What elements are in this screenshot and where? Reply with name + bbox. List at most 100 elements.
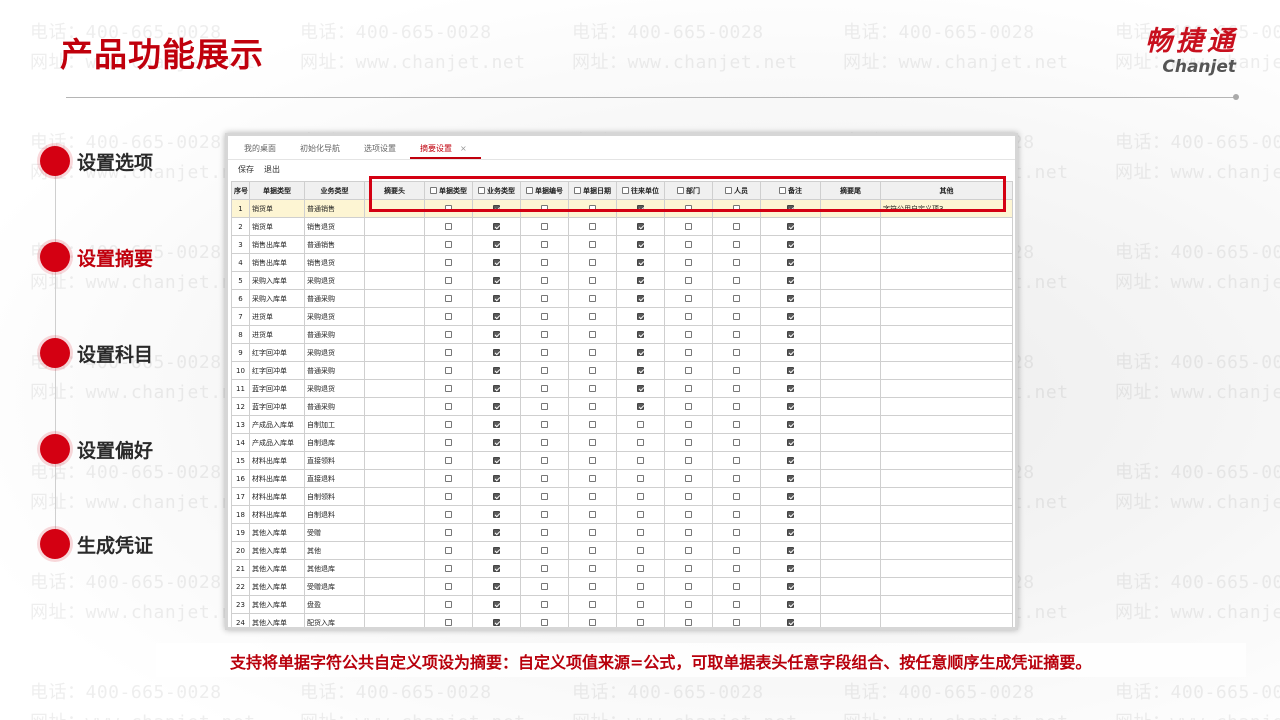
summary-head-cell[interactable] bbox=[364, 559, 425, 578]
other-cell[interactable] bbox=[880, 307, 1013, 326]
checkbox-unchecked[interactable] bbox=[733, 547, 740, 554]
table-row[interactable]: 5 采购入库单 采购退货 bbox=[231, 271, 1013, 290]
checkbox-checked[interactable] bbox=[787, 385, 794, 392]
table-row[interactable]: 21 其他入库单 其他退库 bbox=[231, 559, 1013, 578]
checkbox-checked[interactable] bbox=[787, 223, 794, 230]
summary-tail-cell[interactable] bbox=[820, 595, 881, 614]
summary-head-cell[interactable] bbox=[364, 343, 425, 362]
tab-item[interactable]: 选项设置 bbox=[354, 143, 410, 159]
summary-head-cell[interactable] bbox=[364, 451, 425, 470]
checkbox-unchecked[interactable] bbox=[733, 619, 740, 626]
checkbox-unchecked[interactable] bbox=[637, 421, 644, 428]
summary-tail-cell[interactable] bbox=[820, 289, 881, 308]
table-row[interactable]: 13 产成品入库单 自制加工 bbox=[231, 415, 1013, 434]
checkbox-unchecked[interactable] bbox=[589, 403, 596, 410]
checkbox-unchecked[interactable] bbox=[445, 493, 452, 500]
checkbox-checked[interactable] bbox=[493, 277, 500, 284]
summary-head-cell[interactable] bbox=[364, 541, 425, 560]
checkbox-unchecked[interactable] bbox=[541, 385, 548, 392]
checkbox-unchecked[interactable] bbox=[589, 583, 596, 590]
summary-tail-cell[interactable] bbox=[820, 397, 881, 416]
other-cell[interactable] bbox=[880, 523, 1013, 542]
checkbox-unchecked[interactable] bbox=[685, 223, 692, 230]
checkbox-unchecked[interactable] bbox=[685, 439, 692, 446]
checkbox-unchecked[interactable] bbox=[589, 277, 596, 284]
other-cell[interactable] bbox=[880, 433, 1013, 452]
checkbox-unchecked[interactable] bbox=[541, 493, 548, 500]
summary-tail-cell[interactable] bbox=[820, 613, 881, 627]
checkbox-checked[interactable] bbox=[787, 313, 794, 320]
checkbox-unchecked[interactable] bbox=[589, 601, 596, 608]
checkbox-unchecked[interactable] bbox=[589, 259, 596, 266]
summary-head-cell[interactable] bbox=[364, 433, 425, 452]
checkbox-unchecked[interactable] bbox=[541, 259, 548, 266]
checkbox-unchecked[interactable] bbox=[445, 223, 452, 230]
checkbox-checked[interactable] bbox=[637, 295, 644, 302]
checkbox-unchecked[interactable] bbox=[685, 241, 692, 248]
other-cell[interactable] bbox=[880, 469, 1013, 488]
checkbox-unchecked[interactable] bbox=[445, 403, 452, 410]
checkbox-unchecked[interactable] bbox=[637, 475, 644, 482]
table-row[interactable]: 4 销售出库单 销售退货 bbox=[231, 253, 1013, 272]
checkbox-unchecked[interactable] bbox=[541, 349, 548, 356]
checkbox-unchecked[interactable] bbox=[733, 421, 740, 428]
checkbox-unchecked[interactable] bbox=[541, 421, 548, 428]
checkbox-unchecked[interactable] bbox=[589, 349, 596, 356]
summary-head-cell[interactable] bbox=[364, 325, 425, 344]
other-cell[interactable] bbox=[880, 397, 1013, 416]
table-row[interactable]: 23 其他入库单 盘盈 bbox=[231, 595, 1013, 614]
checkbox-unchecked[interactable] bbox=[445, 259, 452, 266]
checkbox-unchecked[interactable] bbox=[541, 439, 548, 446]
checkbox-checked[interactable] bbox=[493, 367, 500, 374]
checkbox-checked[interactable] bbox=[493, 313, 500, 320]
checkbox-unchecked[interactable] bbox=[733, 601, 740, 608]
summary-tail-cell[interactable] bbox=[820, 361, 881, 380]
summary-head-cell[interactable] bbox=[364, 361, 425, 380]
checkbox-unchecked[interactable] bbox=[685, 259, 692, 266]
checkbox-unchecked[interactable] bbox=[445, 385, 452, 392]
checkbox-checked[interactable] bbox=[493, 295, 500, 302]
other-cell[interactable] bbox=[880, 577, 1013, 596]
checkbox-unchecked[interactable] bbox=[589, 331, 596, 338]
summary-head-cell[interactable] bbox=[364, 505, 425, 524]
checkbox-checked[interactable] bbox=[787, 241, 794, 248]
checkbox-checked[interactable] bbox=[787, 259, 794, 266]
checkbox-checked[interactable] bbox=[493, 565, 500, 572]
summary-head-cell[interactable] bbox=[364, 307, 425, 326]
checkbox-unchecked[interactable] bbox=[637, 493, 644, 500]
tab-item[interactable]: 我的桌面 bbox=[234, 143, 290, 159]
checkbox-checked[interactable] bbox=[787, 583, 794, 590]
checkbox-checked[interactable] bbox=[493, 223, 500, 230]
checkbox-unchecked[interactable] bbox=[733, 403, 740, 410]
summary-tail-cell[interactable] bbox=[820, 217, 881, 236]
checkbox-unchecked[interactable] bbox=[733, 493, 740, 500]
step-item[interactable]: 设置选项 bbox=[40, 146, 153, 176]
checkbox-unchecked[interactable] bbox=[541, 367, 548, 374]
summary-tail-cell[interactable] bbox=[820, 415, 881, 434]
summary-head-cell[interactable] bbox=[364, 469, 425, 488]
checkbox-unchecked[interactable] bbox=[445, 475, 452, 482]
checkbox-unchecked[interactable] bbox=[685, 529, 692, 536]
checkbox-unchecked[interactable] bbox=[733, 331, 740, 338]
summary-tail-cell[interactable] bbox=[820, 433, 881, 452]
checkbox-unchecked[interactable] bbox=[445, 295, 452, 302]
checkbox-unchecked[interactable] bbox=[541, 241, 548, 248]
checkbox-checked[interactable] bbox=[637, 403, 644, 410]
table-row[interactable]: 14 产成品入库单 自制退库 bbox=[231, 433, 1013, 452]
summary-tail-cell[interactable] bbox=[820, 271, 881, 290]
checkbox-unchecked[interactable] bbox=[541, 583, 548, 590]
checkbox-checked[interactable] bbox=[787, 619, 794, 626]
checkbox-unchecked[interactable] bbox=[541, 295, 548, 302]
checkbox-unchecked[interactable] bbox=[541, 277, 548, 284]
tab-item[interactable]: 初始化导航 bbox=[290, 143, 354, 159]
summary-head-cell[interactable] bbox=[364, 415, 425, 434]
summary-head-cell[interactable] bbox=[364, 577, 425, 596]
table-row[interactable]: 10 红字回冲单 普通采购 bbox=[231, 361, 1013, 380]
other-cell[interactable] bbox=[880, 559, 1013, 578]
checkbox-unchecked[interactable] bbox=[685, 619, 692, 626]
checkbox-unchecked[interactable] bbox=[685, 583, 692, 590]
checkbox-unchecked[interactable] bbox=[445, 277, 452, 284]
checkbox-unchecked[interactable] bbox=[589, 493, 596, 500]
checkbox-unchecked[interactable] bbox=[589, 313, 596, 320]
summary-head-cell[interactable] bbox=[364, 595, 425, 614]
